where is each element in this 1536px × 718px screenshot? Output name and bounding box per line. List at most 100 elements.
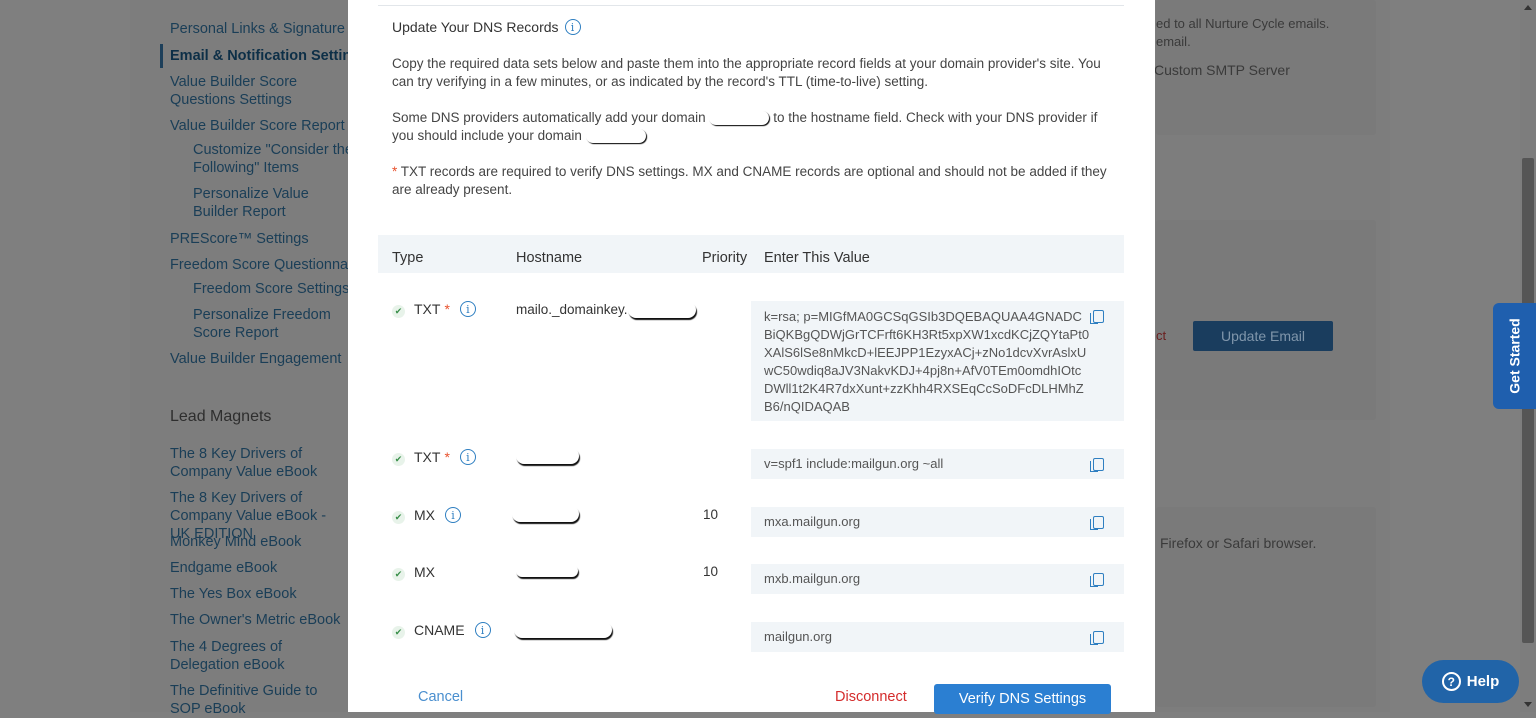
record-hostname bbox=[516, 448, 579, 465]
record-hostname bbox=[512, 506, 579, 523]
dns-row-mx-b: ✔ MX 10 mxb.mailgun.org bbox=[378, 563, 1124, 594]
update-email-button[interactable]: Update Email bbox=[1193, 321, 1333, 351]
background-card-2 bbox=[1156, 220, 1376, 420]
lead-magnet-owners-metric[interactable]: The Owner's Metric eBook bbox=[170, 611, 350, 629]
info-icon[interactable]: i bbox=[474, 622, 491, 638]
copy-icon[interactable] bbox=[1090, 573, 1104, 587]
column-type: Type bbox=[392, 250, 424, 266]
disconnect-button[interactable]: Disconnect bbox=[835, 689, 907, 705]
sidebar-link-personal-links[interactable]: Personal Links & Signature bbox=[170, 20, 350, 38]
redacted-domain bbox=[627, 302, 696, 319]
copy-icon[interactable] bbox=[1090, 458, 1104, 472]
column-hostname: Hostname bbox=[516, 250, 583, 266]
sidebar-link-email-notification[interactable]: Email & Notification Settings bbox=[170, 47, 348, 65]
record-hostname bbox=[516, 563, 578, 578]
get-started-tab[interactable]: Get Started bbox=[1493, 303, 1536, 409]
modal-divider bbox=[378, 5, 1124, 6]
sidebar-link-vbs-questions[interactable]: Value Builder Score Questions Settings bbox=[170, 73, 350, 109]
record-type: MX bbox=[414, 564, 435, 580]
redacted-hostname bbox=[516, 448, 579, 465]
background-text-smtp: Custom SMTP Server bbox=[1154, 62, 1290, 78]
help-question-icon: ? bbox=[1441, 672, 1461, 691]
lead-magnet-8-drivers[interactable]: The 8 Key Drivers of Company Value eBook bbox=[170, 445, 350, 481]
record-type-text: TXT bbox=[414, 449, 441, 465]
dns-row-cname: ✔ CNAME i mailgun.org bbox=[378, 621, 1124, 652]
sidebar-link-freedom-settings[interactable]: Freedom Score Settings bbox=[193, 280, 348, 298]
record-value: k=rsa; p=MIGfMA0GCSqGSIb3DQEBAQUAA4GNADC… bbox=[764, 309, 1090, 414]
info-icon[interactable]: i bbox=[459, 449, 476, 465]
record-value-box[interactable]: k=rsa; p=MIGfMA0GCSqGSIb3DQEBAQUAA4GNADC… bbox=[751, 301, 1124, 421]
record-hostname-text: mailo._domainkey. bbox=[516, 302, 628, 317]
sidebar-link-consider-items[interactable]: Customize "Consider the Following" Items bbox=[193, 141, 353, 177]
record-type: CNAME i bbox=[414, 622, 491, 638]
help-label: Help bbox=[1466, 673, 1500, 690]
dns-table-header: Type Hostname Priority Enter This Value bbox=[378, 235, 1124, 273]
scroll-up-arrow-icon[interactable] bbox=[1524, 5, 1532, 10]
help-button[interactable]: ? Help bbox=[1422, 660, 1519, 703]
record-type: TXT * i bbox=[414, 301, 476, 317]
dns-row-txt-dkim: ✔ TXT * i mailo._domainkey. k=rsa; p=MIGf… bbox=[378, 300, 1124, 422]
copy-icon[interactable] bbox=[1090, 310, 1104, 324]
redacted-domain bbox=[585, 129, 646, 144]
background-text-ct: ct bbox=[1156, 328, 1167, 343]
get-started-label: Get Started bbox=[1506, 318, 1523, 394]
cancel-button[interactable]: Cancel bbox=[418, 689, 463, 705]
check-icon: ✔ bbox=[392, 305, 405, 318]
record-value: mailgun.org bbox=[764, 629, 832, 644]
section-title: Update Your DNS Records i bbox=[392, 19, 581, 35]
info-icon[interactable]: i bbox=[459, 301, 476, 317]
required-asterisk: * bbox=[444, 449, 450, 465]
sidebar-link-vb-engagement[interactable]: Value Builder Engagement bbox=[170, 350, 348, 368]
lead-magnet-4-degrees[interactable]: The 4 Degrees of Delegation eBook bbox=[170, 638, 350, 674]
required-asterisk: * bbox=[444, 301, 450, 317]
record-value: mxb.mailgun.org bbox=[764, 571, 861, 586]
check-icon: ✔ bbox=[392, 511, 405, 524]
lead-magnet-sop[interactable]: The Definitive Guide to SOP eBook bbox=[170, 682, 350, 718]
record-type-text: MX bbox=[414, 564, 435, 580]
check-icon: ✔ bbox=[392, 568, 405, 581]
record-priority: 10 bbox=[703, 507, 719, 522]
record-value-box[interactable]: v=spf1 include:mailgun.org ~all bbox=[751, 449, 1124, 479]
record-value-box[interactable]: mxb.mailgun.org bbox=[751, 564, 1124, 594]
check-icon: ✔ bbox=[392, 453, 405, 466]
copy-icon[interactable] bbox=[1090, 516, 1104, 530]
sidebar-link-prescore[interactable]: PREScore™ Settings bbox=[170, 230, 350, 248]
background-text-browser: Firefox or Safari browser. bbox=[1160, 535, 1317, 551]
domain-note-paragraph: Some DNS providers automatically add you… bbox=[392, 109, 1122, 145]
copy-icon[interactable] bbox=[1090, 631, 1104, 645]
required-note-text: TXT records are required to verify DNS s… bbox=[392, 164, 1107, 197]
info-icon[interactable]: i bbox=[445, 507, 461, 523]
dns-records-modal: Update Your DNS Records i Copy the requi… bbox=[348, 0, 1155, 714]
background-text-email: email. bbox=[1156, 34, 1191, 49]
record-value-box[interactable]: mailgun.org bbox=[751, 622, 1124, 652]
redacted-hostname bbox=[514, 622, 612, 639]
record-type: MX i bbox=[414, 507, 461, 523]
lead-magnet-monkey-mind[interactable]: Monkey Mind eBook bbox=[170, 533, 350, 551]
info-icon[interactable]: i bbox=[564, 19, 581, 35]
lead-magnet-endgame[interactable]: Endgame eBook bbox=[170, 559, 350, 577]
record-value: mxa.mailgun.org bbox=[764, 514, 861, 529]
sidebar-link-personalize-vb[interactable]: Personalize Value Builder Report bbox=[193, 185, 353, 221]
column-value: Enter This Value bbox=[764, 250, 870, 266]
lead-magnet-yes-box[interactable]: The Yes Box eBook bbox=[170, 585, 350, 603]
active-nav-indicator bbox=[160, 44, 163, 68]
sidebar-link-vbs-report[interactable]: Value Builder Score Report bbox=[170, 117, 348, 135]
required-note-paragraph: * TXT records are required to verify DNS… bbox=[392, 163, 1122, 199]
record-hostname bbox=[514, 622, 612, 639]
check-icon: ✔ bbox=[392, 626, 405, 639]
verify-dns-settings-button[interactable]: Verify DNS Settings bbox=[934, 684, 1111, 714]
instructions-paragraph: Copy the required data sets below and pa… bbox=[392, 56, 1101, 89]
section-title-text: Update Your DNS Records bbox=[392, 19, 559, 35]
record-type-text: TXT bbox=[414, 301, 441, 317]
record-type-text: MX bbox=[414, 507, 435, 523]
sidebar-link-personalize-freedom[interactable]: Personalize Freedom Score Report bbox=[193, 306, 353, 342]
record-priority: 10 bbox=[703, 564, 719, 579]
record-value: v=spf1 include:mailgun.org ~all bbox=[764, 456, 944, 471]
dns-row-txt-spf: ✔ TXT * i v=spf1 include:mailgun.org ~all bbox=[378, 448, 1124, 479]
domain-note-text-a: Some DNS providers automatically add you… bbox=[392, 110, 706, 125]
record-value-box[interactable]: mxa.mailgun.org bbox=[751, 507, 1124, 537]
redacted-hostname bbox=[512, 506, 579, 523]
sidebar-link-freedom-questionnaire[interactable]: Freedom Score Questionnaire bbox=[170, 256, 348, 274]
scroll-down-arrow-icon[interactable] bbox=[1524, 702, 1532, 707]
redacted-hostname bbox=[516, 565, 578, 578]
